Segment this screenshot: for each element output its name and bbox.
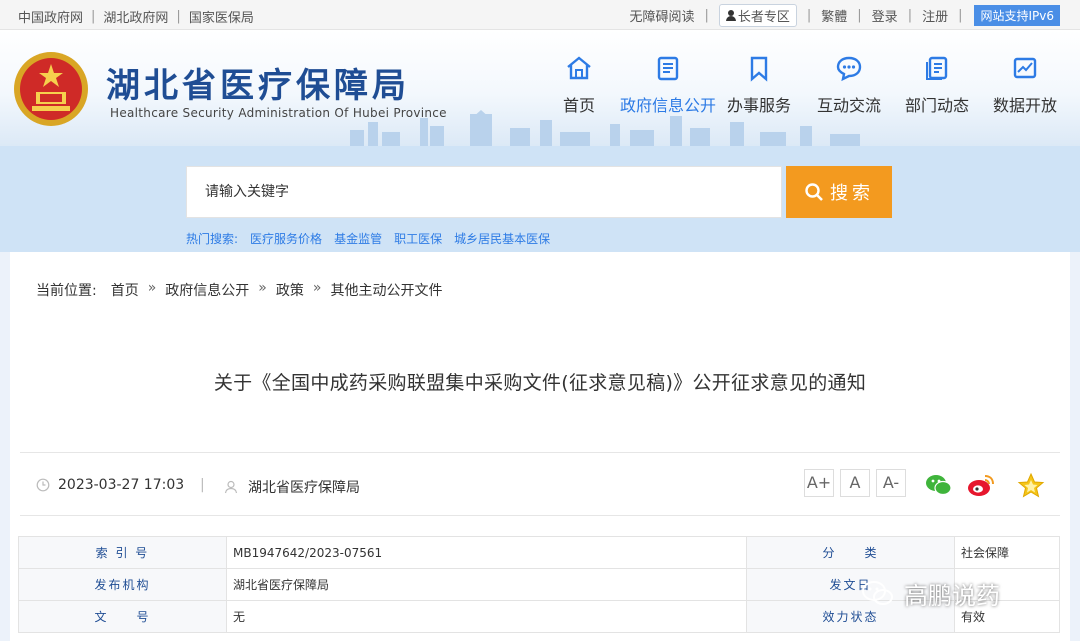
main-nav: 首页 政府信息公开 办事服务 互动交流 部门动态 数据开放 [540, 54, 1080, 134]
site-subtitle: Healthcare Security Administration Of Hu… [110, 106, 447, 120]
person-icon [725, 9, 736, 21]
chat-icon [836, 56, 862, 82]
nav-open-data[interactable]: 数据开放 [986, 54, 1064, 134]
breadcrumb-item-policy[interactable]: 政策 [276, 280, 304, 300]
wechat-share-icon[interactable] [924, 471, 954, 499]
divider: | [958, 7, 963, 23]
divider: | [176, 9, 181, 24]
font-increase-button[interactable]: A+ [804, 469, 834, 497]
elder-zone-label: 长者专区 [737, 9, 790, 25]
table-label: 分 类 [746, 536, 955, 569]
breadcrumb-separator: » [312, 280, 322, 296]
nav-news-label: 部门动态 [904, 96, 969, 115]
hot-search-item[interactable]: 职工医保 [394, 230, 442, 247]
table-value: 社会保障 [954, 536, 1060, 569]
table-value: MB1947642/2023-07561 [226, 536, 747, 569]
nav-gov-info[interactable]: 政府信息公开 [618, 54, 718, 134]
font-normal-button[interactable]: A [840, 469, 870, 497]
site-header: 湖北省医疗保障局 Healthcare Security Administrat… [0, 30, 1080, 146]
divider: | [857, 7, 862, 23]
table-label: 索 引 号 [18, 536, 227, 569]
chart-icon [1013, 57, 1037, 79]
search-button[interactable]: 搜索 [786, 166, 892, 218]
hot-search-item[interactable]: 基金监管 [334, 230, 382, 247]
nav-services-label: 办事服务 [726, 96, 791, 115]
nav-news[interactable]: 部门动态 [898, 54, 976, 134]
source-name: 湖北省医疗保障局 [248, 480, 360, 496]
table-label: 发布机构 [18, 568, 227, 601]
table-value: 湖北省医疗保障局 [226, 568, 747, 601]
bookmark-icon [750, 56, 768, 82]
link-nhsa[interactable]: 国家医保局 [189, 7, 254, 26]
divider: | [91, 9, 96, 24]
nav-gov-info-label: 政府信息公开 [619, 96, 716, 115]
clock-icon [36, 478, 50, 492]
publish-datetime: 2023-03-27 17:03 [58, 477, 185, 493]
divider: | [907, 7, 913, 23]
user-icon [224, 480, 238, 494]
article-source: 湖北省医疗保障局 [224, 477, 360, 497]
divider: | [704, 7, 709, 23]
article-meta-bar: 2023-03-27 17:03 | 湖北省医疗保障局 A+ A A- [20, 452, 1060, 516]
hot-search-item[interactable]: 城乡居民基本医保 [454, 230, 550, 247]
divider: | [806, 7, 812, 23]
watermark-text: 高鹏说药 [904, 581, 1000, 610]
home-icon [567, 56, 591, 80]
traditional-chinese-link[interactable]: 繁體 [819, 6, 849, 25]
login-link[interactable]: 登录 [870, 6, 900, 25]
ipv6-badge: 网站支持IPv6 [974, 4, 1060, 26]
hot-search-label: 热门搜索: [186, 232, 239, 246]
top-right-links: 无障碍阅读 | 长者专区 | 繁體 | 登录 | 注册 | 网站支持IPv6 [627, 3, 1060, 27]
publish-date: 2023-03-27 17:03 [36, 477, 184, 493]
news-icon [926, 56, 948, 80]
weibo-share-icon[interactable] [966, 471, 996, 499]
breadcrumb-item-gov-info[interactable]: 政府信息公开 [165, 280, 249, 300]
wechat-watermark-icon [862, 581, 893, 605]
top-links: 中国政府网 | 湖北政府网 | 国家医保局 [18, 7, 254, 26]
table-value: 无 [226, 600, 747, 633]
register-link[interactable]: 注册 [920, 6, 950, 25]
star-favorite-icon[interactable] [1016, 471, 1046, 499]
breadcrumb-separator: » [258, 280, 267, 296]
search-icon [805, 183, 823, 201]
search-band: 请输入关键字 搜索 热门搜索: 医疗服务价格 基金监管 职工医保 城乡居民基本医… [0, 146, 1080, 252]
table-label: 文 号 [18, 600, 227, 633]
breadcrumb-item-home[interactable]: 首页 [111, 280, 139, 300]
nav-interaction-label: 互动交流 [816, 96, 881, 115]
search-input[interactable]: 请输入关键字 [186, 166, 782, 218]
breadcrumb-separator: » [147, 280, 157, 296]
table-row: 索 引 号 MB1947642/2023-07561 分 类 社会保障 [18, 536, 1060, 569]
national-emblem-logo [14, 52, 88, 126]
document-list-icon [657, 56, 679, 81]
breadcrumb-label: 当前位置: [36, 283, 97, 299]
hot-searches: 热门搜索: 医疗服务价格 基金监管 职工医保 城乡居民基本医保 [186, 230, 562, 247]
nav-interaction[interactable]: 互动交流 [810, 54, 888, 134]
nav-home-label: 首页 [562, 96, 595, 115]
nav-home[interactable]: 首页 [540, 54, 618, 134]
font-decrease-button[interactable]: A- [876, 469, 906, 497]
breadcrumb-item-other[interactable]: 其他主动公开文件 [330, 280, 442, 300]
wechat-watermark: 高鹏说药 [860, 573, 1000, 613]
divider: | [200, 477, 205, 493]
accessible-reading-link[interactable]: 无障碍阅读 [627, 6, 696, 25]
hot-search-item[interactable]: 医疗服务价格 [250, 230, 322, 247]
elder-zone-button[interactable]: 长者专区 [718, 3, 797, 27]
nav-services[interactable]: 办事服务 [720, 54, 798, 134]
nav-open-data-label: 数据开放 [992, 96, 1057, 115]
top-bar: 中国政府网 | 湖北政府网 | 国家医保局 无障碍阅读 | 长者专区 | 繁體 … [0, 0, 1080, 30]
link-hubei-gov[interactable]: 湖北政府网 [103, 7, 168, 26]
search-button-label: 搜索 [830, 183, 874, 204]
site-title[interactable]: 湖北省医疗保障局 [106, 58, 410, 107]
article-title: 关于《全国中成药采购联盟集中采购文件(征求意见稿)》公开征求意见的通知 [213, 372, 867, 394]
breadcrumb: 当前位置: 首页 » 政府信息公开 » 政策 » 其他主动公开文件 [36, 280, 442, 300]
link-gov[interactable]: 中国政府网 [18, 7, 83, 26]
